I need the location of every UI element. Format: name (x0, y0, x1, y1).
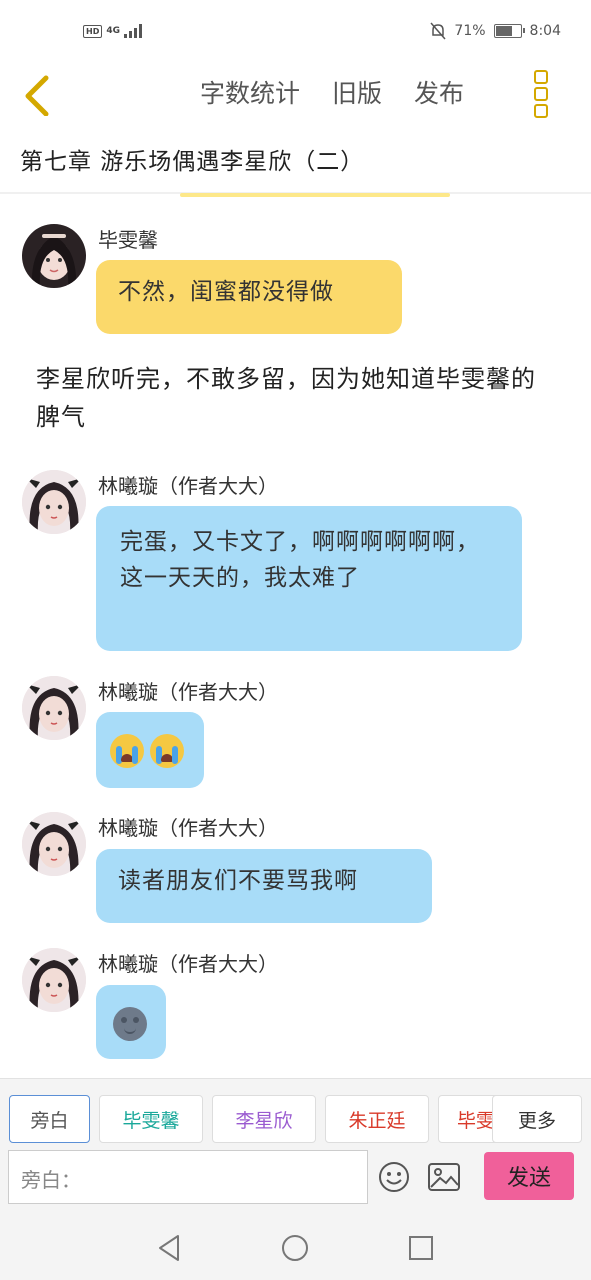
message-input[interactable]: 旁白： (8, 1150, 368, 1204)
message-bubble[interactable]: 不然，闺蜜都没得做 (96, 260, 402, 334)
publish-button[interactable]: 发布 (414, 74, 464, 110)
new-moon-face-icon (113, 1006, 147, 1041)
sender-name: 林曦璇（作者大大） (98, 474, 278, 498)
avatar[interactable] (22, 224, 86, 288)
role-li-xingxin[interactable]: 李星欣 (212, 1095, 316, 1143)
role-selector: 旁白 毕雯馨 李星欣 朱正廷 毕雯 更多 (0, 1095, 591, 1147)
composer-panel: 旁白 毕雯馨 李星欣 朱正廷 毕雯 更多 旁白： 发送 (0, 1078, 591, 1209)
chevron-left-icon (25, 75, 49, 117)
avatar[interactable] (22, 948, 86, 1012)
message-bubble[interactable] (96, 985, 166, 1059)
role-narration[interactable]: 旁白 (9, 1095, 90, 1143)
avatar[interactable] (22, 676, 86, 740)
dot-icon (534, 87, 548, 101)
avatar[interactable] (22, 470, 86, 534)
battery-percent: 71% (454, 23, 486, 39)
home-circle-icon[interactable] (281, 1234, 309, 1262)
dot-icon (534, 104, 548, 118)
narration-text[interactable]: 李星欣听完，不敢多留，因为她知道毕雯馨的脾气 (36, 360, 556, 436)
chapter-title[interactable]: 第七章 游乐场偶遇李星欣（二） (20, 142, 364, 176)
signal-icon (124, 24, 142, 38)
avatar[interactable] (22, 812, 86, 876)
previous-bubble-edge (180, 193, 450, 197)
status-right: 71% 8:04 (430, 22, 561, 40)
network-type: 4G (106, 26, 120, 36)
old-version-button[interactable]: 旧版 (332, 74, 382, 110)
clock: 8:04 (529, 23, 561, 39)
crying-face-icon (150, 733, 184, 768)
sender-name: 毕雯馨 (98, 228, 158, 252)
top-bar: 字数统计 旧版 发布 (0, 66, 591, 126)
hd-icon: HD (83, 24, 103, 38)
back-button[interactable] (20, 72, 60, 117)
back-triangle-icon[interactable] (156, 1234, 182, 1262)
more-roles-button[interactable]: 更多 (492, 1095, 582, 1143)
send-button[interactable]: 发送 (484, 1152, 574, 1200)
role-bi-wenxin[interactable]: 毕雯馨 (99, 1095, 203, 1143)
image-button[interactable] (428, 1163, 460, 1195)
dot-icon (534, 70, 548, 84)
role-zhu-zhengting[interactable]: 朱正廷 (325, 1095, 429, 1143)
smiley-icon (379, 1162, 409, 1192)
word-count-button[interactable]: 字数统计 (200, 74, 300, 110)
sender-name: 林曦璇（作者大大） (98, 816, 278, 840)
more-menu-button[interactable] (534, 70, 552, 118)
sender-name: 林曦璇（作者大大） (98, 952, 278, 976)
top-actions: 字数统计 旧版 发布 (200, 74, 464, 110)
message-bubble[interactable] (96, 712, 204, 788)
mute-bell-icon (430, 22, 446, 40)
emoji-button[interactable] (378, 1161, 410, 1197)
status-bar: HD 4G 71% 8:04 (0, 0, 591, 66)
sender-name: 林曦璇（作者大大） (98, 680, 278, 704)
crying-face-icon (110, 733, 144, 768)
message-bubble[interactable]: 读者朋友们不要骂我啊 (96, 849, 432, 923)
image-icon (428, 1163, 460, 1191)
battery-icon (493, 24, 525, 38)
recents-square-icon[interactable] (408, 1235, 434, 1261)
network-indicator: HD 4G (83, 24, 142, 38)
message-bubble[interactable]: 完蛋，又卡文了，啊啊啊啊啊啊，这一天天的，我太难了 (96, 506, 522, 651)
system-nav-bar (0, 1208, 591, 1280)
